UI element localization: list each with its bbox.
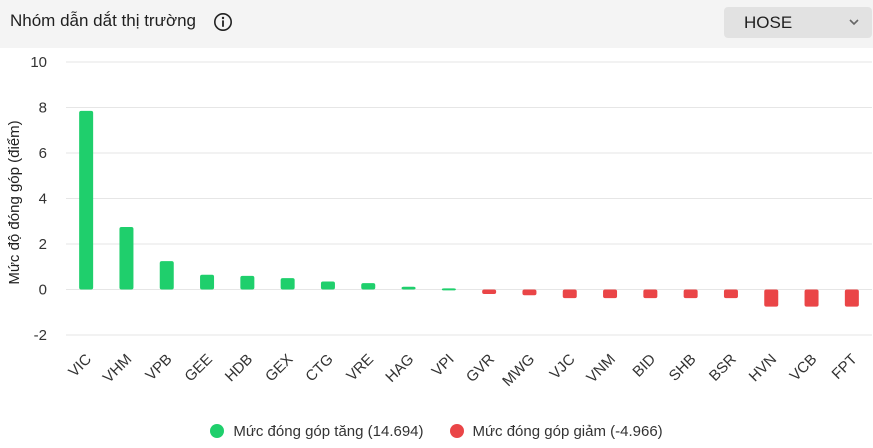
bar-vnm — [603, 289, 618, 299]
bar-fpt — [844, 289, 859, 307]
bar-vre — [361, 283, 376, 290]
chevron-down-icon — [849, 19, 859, 26]
y-tick-label: -2 — [34, 327, 47, 344]
legend-label-up: Mức đóng góp tăng (14.694) — [233, 422, 424, 440]
legend-swatch-up — [210, 424, 225, 438]
bar-hag — [401, 286, 416, 290]
chart-title: Nhóm dẫn dắt thị trường — [10, 11, 197, 30]
bar-gee — [200, 274, 215, 290]
legend-item-up[interactable]: Mức đóng góp tăng (14.694) — [210, 422, 424, 440]
legend-label-down: Mức đóng góp giảm (-4.966) — [472, 422, 663, 440]
x-tick-label: GEE — [181, 351, 215, 385]
x-tick-label: VNM — [583, 351, 619, 387]
bar-mwg — [522, 289, 537, 296]
x-tick-label: VJC — [547, 351, 579, 383]
x-tick-label: HVN — [746, 351, 780, 385]
bar-ctg — [320, 281, 335, 290]
x-tick-label: FPT — [829, 351, 861, 383]
bar-vjc — [562, 289, 577, 299]
bar-gvr — [482, 289, 497, 295]
chart-header: Nhóm dẫn dắt thị trường HOSE — [0, 0, 873, 48]
bar-vcb — [804, 289, 819, 307]
x-tick-label: VHM — [100, 351, 136, 387]
y-tick-label: 2 — [39, 236, 47, 253]
x-tick-label: VCB — [787, 351, 821, 385]
y-axis-label: Mức độ đóng góp (điểm) — [6, 120, 23, 284]
bar-vhm — [119, 226, 134, 290]
bar-bsr — [723, 289, 738, 299]
x-tick-label: CTG — [302, 351, 336, 385]
x-tick-label: GVR — [463, 351, 498, 386]
x-tick-label: GEX — [262, 351, 296, 385]
x-tick-label: VPI — [429, 351, 458, 380]
x-tick-label: HDB — [222, 351, 256, 385]
x-tick-label: VPB — [142, 351, 175, 384]
x-tick-label: MWG — [499, 351, 538, 390]
bar-hvn — [764, 289, 779, 307]
bar-chart: 10 8 6 4 2 0 -2 Mức độ đóng góp (điểm) VIC VHM VPB… — [6, 54, 872, 390]
x-tick-label: VRE — [343, 351, 377, 385]
y-tick-label: 10 — [30, 54, 47, 71]
bar-shb — [683, 289, 698, 299]
bar-vic — [79, 110, 94, 290]
bar-bid — [643, 289, 658, 299]
y-tick-label: 4 — [39, 191, 47, 208]
bar-gex — [280, 278, 295, 290]
chart-legend: Mức đóng góp tăng (14.694) Mức đóng góp … — [0, 420, 873, 442]
x-tick-label: BSR — [706, 351, 740, 385]
y-tick-label: 0 — [39, 282, 47, 299]
y-tick-label: 6 — [39, 145, 47, 162]
info-circle-icon[interactable] — [213, 12, 233, 32]
x-tick-label: BID — [629, 351, 659, 381]
exchange-select-value: HOSE — [744, 13, 793, 32]
y-tick-label: 8 — [39, 100, 47, 117]
bar-hdb — [240, 275, 255, 290]
exchange-select[interactable]: HOSE — [724, 7, 872, 38]
legend-swatch-down — [449, 424, 464, 438]
bar-vpb — [159, 261, 174, 290]
bar-vpi — [441, 288, 456, 291]
x-tick-label: VIC — [65, 351, 95, 381]
x-tick-label: HAG — [382, 351, 417, 386]
x-tick-label: SHB — [666, 351, 700, 385]
legend-item-down[interactable]: Mức đóng góp giảm (-4.966) — [449, 422, 663, 440]
